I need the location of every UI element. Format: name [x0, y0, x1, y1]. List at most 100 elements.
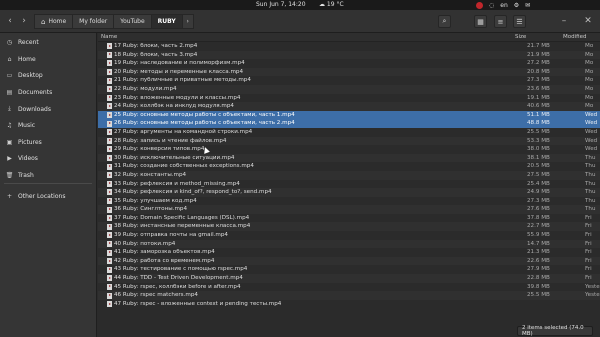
file-row[interactable]: 45 Ruby: rspec, коллбэки before и after.… [98, 283, 600, 292]
file-row[interactable]: 31 Ruby: создание собственных exceptions… [98, 162, 600, 171]
file-list: 17 Ruby: блоки, часть 2.mp4 21.7 MB Mo 18 R… [98, 42, 600, 337]
file-row[interactable]: 18 Ruby: блоки, часть 3.mp4 21.9 MB Mo [98, 50, 600, 60]
sidebar-divider [4, 183, 92, 184]
file-row[interactable]: 36 Ruby: Синглтоны.mp4 27.6 MB Thu [98, 205, 600, 214]
file-modified: Fri [585, 240, 592, 247]
file-row[interactable]: 35 Ruby: улучшаем код.mp4 27.3 MB Thu [98, 197, 600, 206]
file-name: 38 Ruby: инстансные переменные класса.mp… [114, 223, 251, 230]
file-size: 21.9 MB [527, 51, 550, 58]
close-icon[interactable]: ✕ [582, 15, 594, 27]
hamburger-menu-icon[interactable]: ☰ [513, 15, 526, 28]
minimize-icon[interactable]: – [558, 15, 570, 27]
list-view-icon[interactable]: ≡ [494, 15, 507, 28]
file-row[interactable]: 19 Ruby: наследование и полиморфизм.mp4 2… [98, 59, 600, 68]
breadcrumb-next-icon[interactable]: › [181, 14, 194, 29]
tray-icon-3[interactable]: ✉ [525, 2, 530, 9]
file-name: 29 Ruby: конверсия типов.mp4 [114, 146, 205, 153]
language-indicator[interactable]: en [500, 2, 508, 9]
file-row[interactable]: 47 Ruby: rspec - вложенные context и pen… [98, 300, 600, 309]
system-clock[interactable]: Sun Jun 7, 14:20 [256, 1, 306, 8]
system-tray: ◌ en ⚙ ✉ [476, 0, 530, 10]
file-row[interactable]: 42 Ruby: работа со временем.mp4 22.6 MB Fr… [98, 256, 600, 266]
file-name: 46 Ruby: rspec matchers.mp4 [114, 292, 198, 299]
file-row[interactable]: 44 Ruby: TDD - Test Driven Development.m… [98, 274, 600, 283]
video-file-icon [107, 172, 112, 179]
file-modified: Wed [585, 128, 598, 135]
column-size-header[interactable]: Size [515, 34, 526, 40]
file-name: 45 Ruby: rspec, коллбэки before и after.… [114, 283, 241, 290]
file-size: 27.9 MB [527, 266, 550, 273]
sidebar-item-desktop[interactable]: ▭ Desktop [0, 68, 97, 82]
file-row[interactable]: 33 Ruby: рефлексия и method_missing.mp4 2… [98, 180, 600, 189]
breadcrumb-my-folder[interactable]: My folder [72, 14, 115, 29]
file-modified: Fri [585, 214, 592, 221]
file-size: 38.1 MB [527, 154, 550, 161]
tray-icon-2[interactable]: ⚙ [514, 2, 519, 9]
file-size: 39.8 MB [527, 283, 550, 290]
forward-arrow-icon[interactable]: › [18, 15, 30, 27]
video-file-icon [107, 112, 112, 119]
search-icon[interactable]: ⌕ [438, 15, 451, 28]
sidebar-item-recent[interactable]: ◷ Recent [0, 35, 97, 49]
breadcrumb-youtube[interactable]: YouTube [113, 14, 152, 29]
grid-view-icon[interactable]: ▦ [474, 15, 487, 28]
tray-icon-1[interactable]: ◌ [489, 2, 494, 9]
file-row[interactable]: 22 Ruby: модули.mp4 23.6 MB Mo [98, 84, 600, 94]
file-size: 20.5 MB [527, 163, 550, 170]
record-indicator-icon[interactable] [476, 1, 483, 9]
sidebar-item-trash[interactable]: 🗑 Trash [0, 168, 97, 182]
file-row[interactable]: 28 Ruby: запись и чтение файлов.mp4 53.3 … [98, 136, 600, 146]
file-modified: Thu [585, 180, 596, 187]
file-row[interactable]: 20 Ruby: методы и переменные класса.mp4 2… [98, 67, 600, 77]
file-size: 25.5 MB [527, 128, 550, 135]
sidebar-item-music[interactable]: ♫ Music [0, 118, 97, 132]
file-row[interactable]: 38 Ruby: инстансные переменные класса.mp… [98, 222, 600, 232]
sidebar-item-documents[interactable]: ▤ Documents [0, 85, 97, 99]
file-row[interactable]: 40 Ruby: потоки.mp4 14.7 MB Fri [98, 239, 600, 249]
file-row[interactable]: 29 Ruby: конверсия типов.mp4 38.0 MB Wed [98, 145, 600, 154]
file-modified: Mo [585, 43, 594, 49]
column-name-header[interactable]: Name [101, 34, 117, 40]
file-modified: Mo [585, 85, 594, 92]
recent-icon: ◷ [6, 38, 13, 46]
file-row[interactable]: 24 Ruby: коллбэк на инклуд модуля.mp4 40.… [98, 102, 600, 111]
file-row[interactable]: 37 Ruby: Domain Specific Languages (DSL)… [98, 214, 600, 223]
file-row[interactable]: 32 Ruby: константы.mp4 27.5 MB Thu [98, 170, 600, 180]
home-icon: ⌂ [7, 55, 12, 63]
back-arrow-icon[interactable]: ‹ [4, 15, 16, 27]
file-size: 21.3 MB [527, 249, 550, 256]
column-modified-header[interactable]: Modified [563, 34, 586, 40]
file-row[interactable]: 46 Ruby: rspec matchers.mp4 25.5 MB Yester… [98, 291, 600, 300]
file-row[interactable]: 25 Ruby: основные методы работы с объект… [98, 110, 600, 120]
file-row[interactable]: 30 Ruby: исключительные ситуации.mp4 38.1… [98, 153, 600, 163]
breadcrumb-ruby[interactable]: RUBY [150, 14, 183, 29]
sidebar-item-pictures[interactable]: ▣ Pictures [0, 135, 97, 149]
sidebar-item-other-locations[interactable]: + Other Locations [0, 189, 97, 203]
file-name: 30 Ruby: исключительные ситуации.mp4 [114, 154, 235, 161]
file-row[interactable]: 21 Ruby: публичные и приватные методы.mp… [98, 76, 600, 85]
file-modified: Thu [585, 206, 596, 213]
file-row[interactable]: 27 Ruby: аргументы на командной строки.m… [98, 128, 600, 137]
breadcrumb-home[interactable]: ⌂ Home [34, 14, 74, 29]
sidebar-item-videos[interactable]: ▶ Videos [0, 151, 97, 165]
file-row[interactable]: 43 Ruby: тестирование с помощью rspec.mp… [98, 265, 600, 274]
video-file-icon [107, 301, 112, 308]
sidebar-item-home[interactable]: ⌂ Home [0, 52, 97, 66]
video-file-icon [107, 60, 112, 67]
other-locations-icon: + [6, 192, 13, 200]
file-size: 27.3 MB [527, 77, 550, 84]
file-row[interactable]: 23 Ruby: вложенные модули и классы.mp4 19… [98, 94, 600, 103]
video-file-icon [107, 215, 112, 222]
file-row[interactable]: 34 Ruby: рефлексия и kind_of?, respond_t… [98, 188, 600, 197]
video-file-icon [107, 283, 112, 290]
video-file-icon [107, 258, 112, 265]
file-row[interactable]: 17 Ruby: блоки, часть 2.mp4 21.7 MB Mo [98, 42, 600, 51]
file-row[interactable]: 41 Ruby: заморозка объектов.mp4 21.3 MB Fr… [98, 248, 600, 257]
file-manager-header: ‹ › ⌂ Home My folder YouTube RUBY › ⌕ ▦ … [0, 10, 600, 33]
weather-indicator[interactable]: ☁ 19 °C [319, 1, 344, 8]
sidebar-item-downloads[interactable]: ⤓ Downloads [0, 102, 97, 116]
file-row[interactable]: 26 Ruby: основные методы работы с объект… [98, 119, 600, 128]
file-row[interactable]: 39 Ruby: отправка почты на gmail.mp4 55.9… [98, 231, 600, 240]
file-name: 23 Ruby: вложенные модули и классы.mp4 [114, 94, 241, 101]
file-size: 23.6 MB [527, 85, 550, 92]
